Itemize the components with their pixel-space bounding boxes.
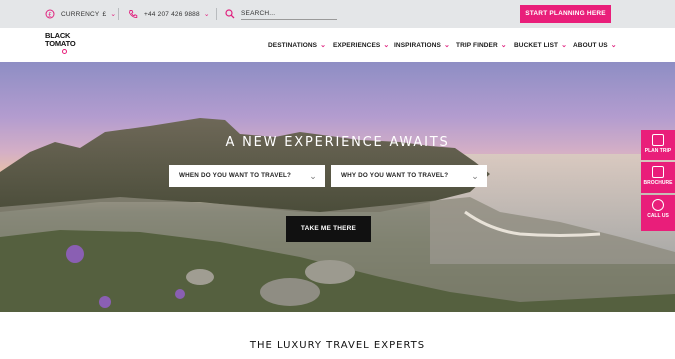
utility-bar: £ CURRENCY £ ⌄ +44 207 426 9888 ⌄ SEARCH…	[0, 0, 675, 28]
chevron-down-icon: ⌄	[309, 171, 317, 181]
nav-item-bucket-list[interactable]: BUCKET LIST ⌄	[514, 28, 567, 62]
nav-item-label: EXPERIENCES	[333, 41, 381, 49]
search-input[interactable]: SEARCH...	[241, 8, 337, 20]
logo-text: BLACK TOMATO	[45, 31, 76, 48]
search-box[interactable]: SEARCH...	[225, 0, 337, 28]
nav-item-label: DESTINATIONS	[268, 41, 318, 49]
plan-trip-label: PLAN TRIP	[644, 148, 672, 154]
chevron-down-icon: ⌄	[610, 42, 617, 49]
take-me-there-button[interactable]: TAKE ME THERE	[286, 216, 371, 242]
chevron-down-icon: ⌄	[500, 42, 507, 49]
why-travel-label: WHY DO YOU WANT TO TRAVEL?	[341, 172, 449, 179]
start-planning-button[interactable]: START PLANNING HERE	[520, 5, 611, 23]
chevron-down-icon: ⌄	[383, 42, 390, 49]
chevron-down-icon: ⌄	[320, 42, 327, 49]
nav-item-label: TRIP FINDER	[456, 41, 498, 49]
nav-item-experiences[interactable]: EXPERIENCES ⌄	[333, 28, 389, 62]
currency-label: CURRENCY	[61, 10, 100, 18]
book-icon	[652, 166, 664, 178]
currency-value: £	[102, 10, 107, 18]
nav-item-label: INSPIRATIONS	[394, 41, 441, 49]
phone-icon	[129, 10, 138, 18]
logo-mark-icon	[62, 49, 67, 54]
when-travel-select[interactable]: WHEN DO YOU WANT TO TRAVEL? ⌄	[169, 165, 325, 187]
brochure-label: BROCHURE	[643, 180, 673, 186]
chevron-down-icon: ⌄	[561, 42, 568, 49]
logo[interactable]: BLACK TOMATO	[45, 32, 81, 58]
nav-item-label: BUCKET LIST	[514, 41, 559, 49]
divider	[118, 8, 119, 20]
phone-icon	[652, 199, 664, 211]
main-nav: BLACK TOMATO DESTINATIONS ⌄ EXPERIENCES ⌄ …	[0, 28, 675, 62]
chevron-down-icon: ⌄	[471, 171, 479, 181]
currency-icon: £	[45, 9, 55, 19]
call-us-label: CALL US	[647, 213, 669, 219]
hero-section: A NEW EXPERIENCE AWAITS WHEN DO YOU WANT…	[0, 62, 675, 312]
brochure-tab[interactable]: BROCHURE	[641, 162, 675, 193]
when-travel-label: WHEN DO YOU WANT TO TRAVEL?	[179, 172, 292, 179]
edit-icon	[652, 134, 664, 146]
section-title: THE LUXURY TRAVEL EXPERTS	[249, 340, 426, 351]
nav-item-inspirations[interactable]: INSPIRATIONS ⌄	[394, 28, 450, 62]
hero-headline: A NEW EXPERIENCE AWAITS	[225, 135, 450, 150]
chevron-down-icon: ⌄	[203, 11, 210, 18]
divider	[216, 8, 217, 20]
phone-number: +44 207 426 9888	[144, 10, 200, 18]
plan-trip-tab[interactable]: PLAN TRIP	[641, 130, 675, 160]
nav-item-destinations[interactable]: DESTINATIONS ⌄	[268, 28, 326, 62]
chevron-down-icon: ⌄	[443, 42, 450, 49]
svg-text:£: £	[48, 11, 52, 18]
nav-item-label: ABOUT US	[573, 41, 608, 49]
nav-item-about-us[interactable]: ABOUT US ⌄	[573, 28, 617, 62]
call-us-tab[interactable]: CALL US	[641, 195, 675, 231]
nav-item-trip-finder[interactable]: TRIP FINDER ⌄	[456, 28, 507, 62]
why-travel-select[interactable]: WHY DO YOU WANT TO TRAVEL? ⌄	[331, 165, 487, 187]
chevron-down-icon: ⌄	[110, 11, 117, 18]
currency-selector[interactable]: £ CURRENCY £ ⌄	[45, 0, 116, 28]
hero-landscape-image	[0, 118, 675, 312]
phone-selector[interactable]: +44 207 426 9888 ⌄	[128, 0, 210, 28]
intro-section: THE LUXURY TRAVEL EXPERTS	[0, 312, 675, 359]
search-icon	[225, 9, 235, 19]
